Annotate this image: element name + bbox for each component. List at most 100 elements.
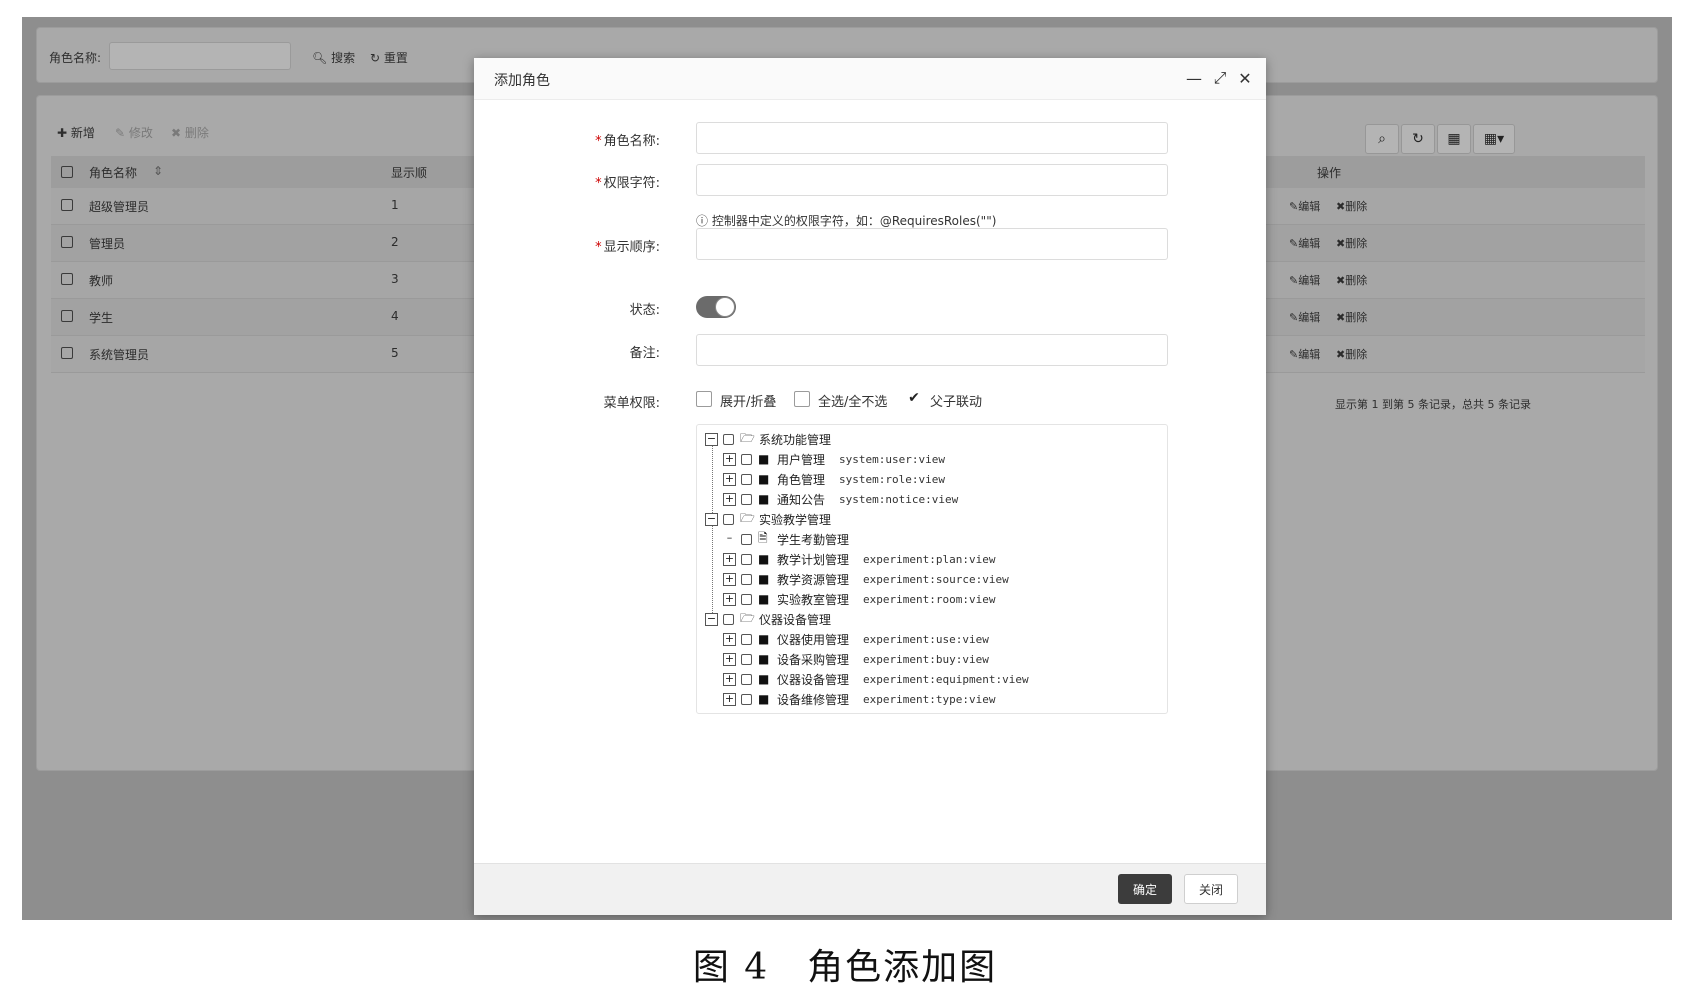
close-icon: ✖ [1336, 348, 1346, 361]
close-button[interactable]: 关闭 [1184, 874, 1238, 904]
expand-icon[interactable]: + [723, 492, 736, 506]
close-icon[interactable]: ✕ [1236, 68, 1254, 88]
tree-node[interactable]: + ■ 通知公告 system:notice:view [723, 489, 958, 509]
tree-checkbox[interactable] [741, 573, 752, 585]
folder-icon: ■ [758, 552, 770, 566]
expand-icon[interactable]: + [723, 472, 736, 486]
collapse-icon[interactable]: − [705, 612, 718, 626]
row-checkbox[interactable] [61, 236, 73, 248]
tree-checkbox[interactable] [741, 553, 752, 565]
row-checkbox[interactable] [61, 310, 73, 322]
tree-node[interactable]: + ■ 设备维修管理 experiment:type:view [723, 689, 995, 709]
expand-icon[interactable]: + [723, 652, 736, 666]
row-checkbox[interactable] [61, 199, 73, 211]
expand-icon[interactable]: + [723, 592, 736, 606]
row-edit-link[interactable]: ✎编辑 [1289, 272, 1320, 288]
sort-icon[interactable]: ⇕ [153, 164, 163, 178]
folder-icon: ■ [758, 452, 770, 466]
tree-node[interactable]: – 🗎︎ 学生考勤管理 [723, 529, 849, 549]
dialog-title: 添加角色 [494, 73, 550, 89]
edit-button[interactable]: ✎ 修改 [115, 124, 153, 141]
select-all-checkbox[interactable] [61, 166, 73, 178]
tree-node[interactable]: + ■ 设备采购管理 experiment:buy:view [723, 649, 989, 669]
expand-icon[interactable]: + [723, 692, 736, 706]
row-delete-link[interactable]: ✖删除 [1336, 272, 1367, 288]
header-actions: 操作 [1317, 166, 1342, 180]
reset-button[interactable]: ↻ 重置 [370, 49, 408, 66]
minimize-icon[interactable]: — [1185, 68, 1203, 88]
row-checkbox[interactable] [61, 273, 73, 285]
delete-button[interactable]: ✖ 删除 [171, 124, 209, 141]
search-button[interactable]: 🔍︎ 搜索 [312, 49, 355, 66]
sort-order-input[interactable] [696, 228, 1168, 260]
tree-node[interactable]: − 🗁︎ 系统功能管理 [705, 429, 831, 449]
expand-icon[interactable]: + [723, 572, 736, 586]
tree-checkbox[interactable] [723, 613, 734, 625]
tree-node[interactable]: − 🗁︎ 实验教学管理 [705, 509, 831, 529]
tree-node[interactable]: + ■ 用户管理 system:user:view [723, 449, 945, 469]
select-all-checkbox[interactable] [794, 391, 810, 407]
refresh-icon: ↻ [1412, 131, 1424, 147]
tree-checkbox[interactable] [723, 513, 734, 525]
collapse-icon[interactable]: − [705, 512, 718, 526]
collapse-icon[interactable]: − [705, 432, 718, 446]
tree-checkbox[interactable] [741, 493, 752, 505]
table-search-button[interactable]: ⌕ [1365, 124, 1399, 154]
dialog-header[interactable]: 添加角色 — ⤢ ✕ [474, 58, 1266, 100]
add-button[interactable]: ✚ 新增 [57, 124, 95, 141]
role-name-input[interactable] [696, 122, 1168, 154]
role-name-label: * 角色名称: [595, 134, 660, 149]
tree-node[interactable]: + ■ 角色管理 system:role:view [723, 469, 945, 489]
close-icon: ✖ [1336, 311, 1346, 324]
tree-node[interactable]: + ■ 教学资源管理 experiment:source:view [723, 569, 1009, 589]
row-delete-link[interactable]: ✖删除 [1336, 346, 1367, 362]
tree-checkbox[interactable] [741, 673, 752, 685]
expand-icon[interactable]: + [723, 632, 736, 646]
expand-icon[interactable]: + [723, 552, 736, 566]
row-edit-link[interactable]: ✎编辑 [1289, 346, 1320, 362]
row-checkbox[interactable] [61, 347, 73, 359]
expand-icon[interactable]: + [723, 452, 736, 466]
tree-checkbox[interactable] [741, 653, 752, 665]
folder-open-icon: 🗁︎ [740, 610, 755, 625]
tree-node[interactable]: − 🗁︎ 仪器设备管理 [705, 609, 831, 629]
perm-key-input[interactable] [696, 164, 1168, 196]
tree-node[interactable]: + ■ 教学计划管理 experiment:plan:view [723, 549, 995, 569]
header-role-name[interactable]: 角色名称 [89, 164, 137, 181]
row-delete-link[interactable]: ✖删除 [1336, 198, 1367, 214]
folder-icon: ■ [758, 592, 770, 606]
row-delete-link[interactable]: ✖删除 [1336, 309, 1367, 325]
tree-checkbox[interactable] [741, 453, 752, 465]
row-order: 2 [391, 235, 399, 249]
tree-node[interactable]: + ■ 仪器使用管理 experiment:use:view [723, 629, 989, 649]
linkage-checkbox[interactable]: ✔ [906, 391, 922, 407]
tree-node[interactable]: + ■ 实验教室管理 experiment:room:view [723, 589, 995, 609]
tree-checkbox[interactable] [741, 633, 752, 645]
tree-checkbox[interactable] [741, 693, 752, 705]
status-label: 状态: [629, 303, 660, 318]
row-delete-link[interactable]: ✖删除 [1336, 235, 1367, 251]
row-edit-link[interactable]: ✎编辑 [1289, 235, 1320, 251]
perm-key-label: * 权限字符: [595, 176, 660, 191]
table-columns-button[interactable]: ▦ [1437, 124, 1471, 154]
expand-checkbox[interactable] [696, 391, 712, 407]
status-toggle[interactable] [696, 296, 736, 318]
tree-checkbox[interactable] [741, 533, 752, 545]
dialog-footer: 确定 关闭 [474, 863, 1266, 915]
tree-node[interactable]: + ■ 仪器设备管理 experiment:equipment:view [723, 669, 1029, 689]
row-edit-link[interactable]: ✎编辑 [1289, 309, 1320, 325]
maximize-icon[interactable]: ⤢ [1211, 68, 1229, 88]
tree-checkbox[interactable] [741, 593, 752, 605]
tree-checkbox[interactable] [741, 473, 752, 485]
select-all-label: 全选/全不选 [818, 395, 888, 410]
close-icon: ✖ [171, 126, 182, 140]
remark-input[interactable] [696, 334, 1168, 366]
folder-icon: ■ [758, 572, 770, 586]
expand-icon[interactable]: + [723, 672, 736, 686]
role-name-search-input[interactable] [109, 42, 291, 70]
confirm-button[interactable]: 确定 [1118, 874, 1172, 904]
row-edit-link[interactable]: ✎编辑 [1289, 198, 1320, 214]
table-refresh-button[interactable]: ↻ [1401, 124, 1435, 154]
tree-checkbox[interactable] [723, 433, 734, 445]
table-grid-button[interactable]: ▦▾ [1473, 124, 1515, 154]
